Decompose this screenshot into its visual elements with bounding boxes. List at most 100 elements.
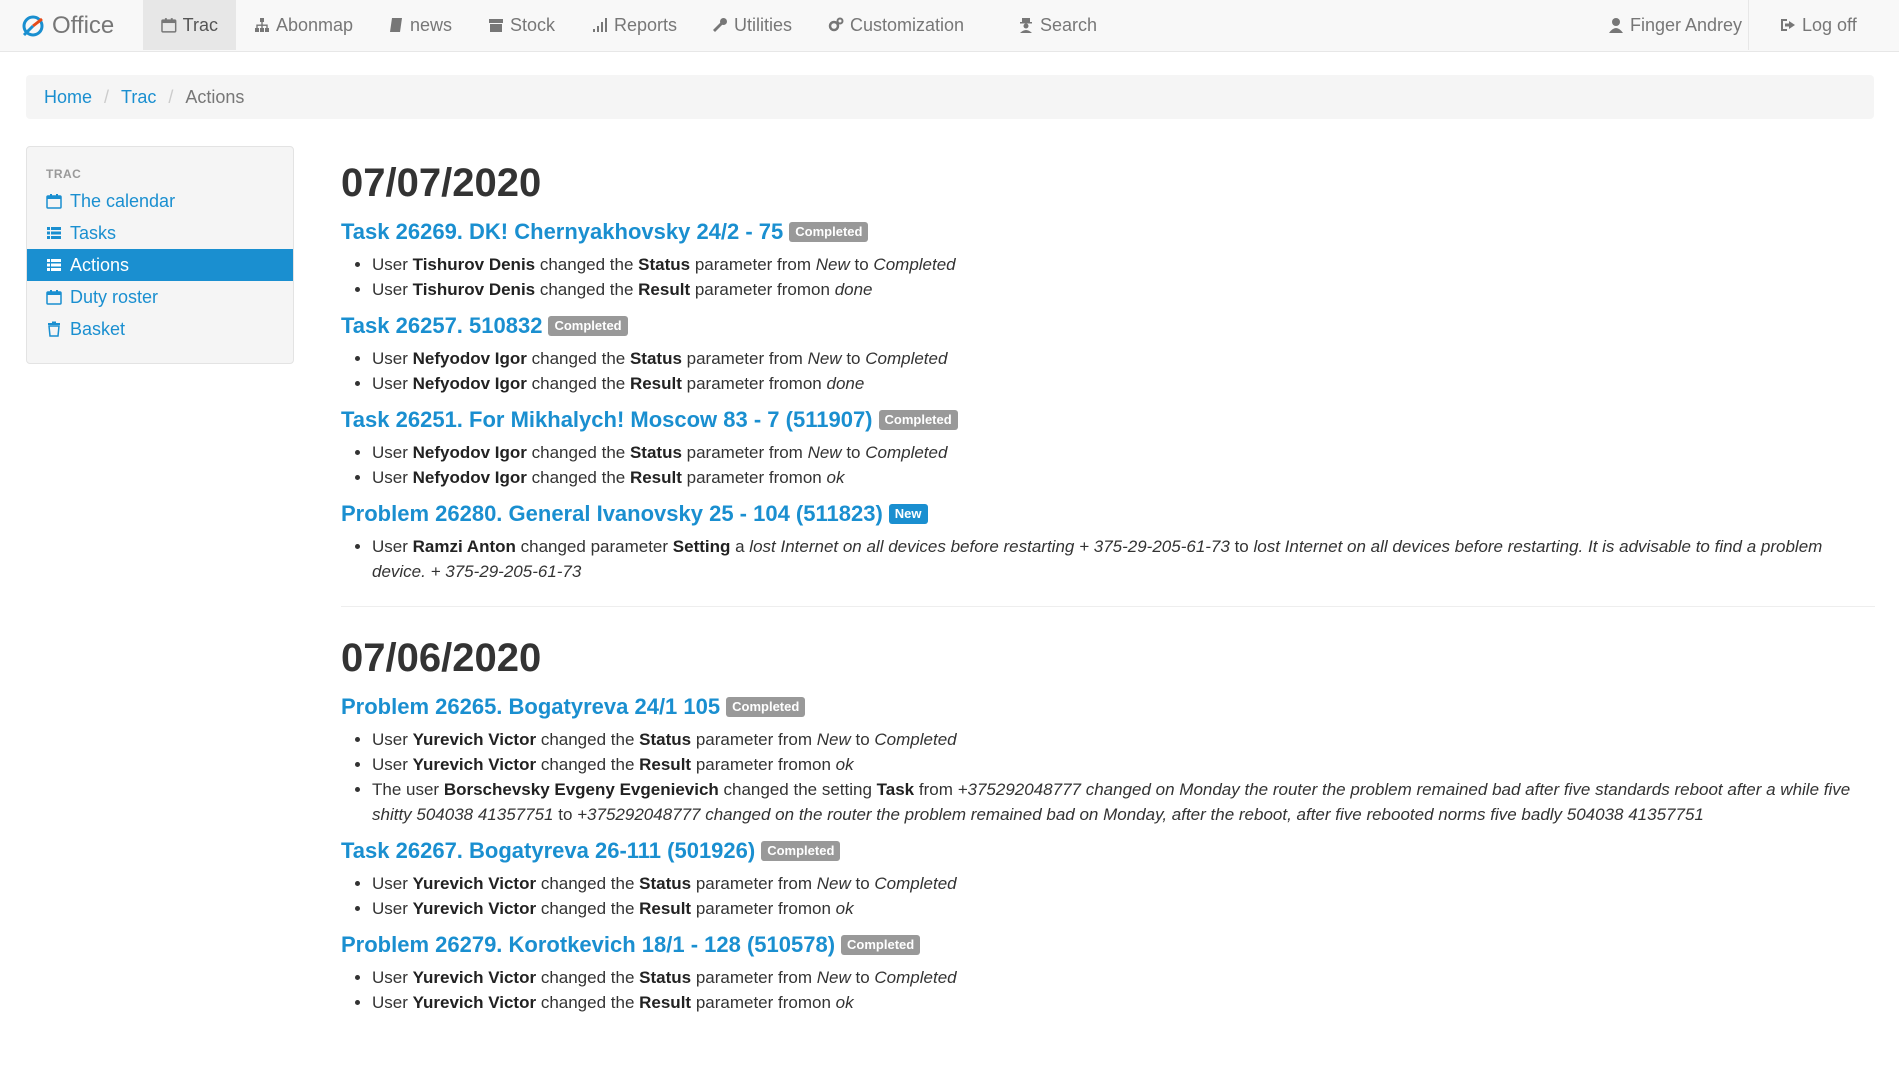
change-item: User Nefyodov Igor changed the Result pa… [372,465,1875,490]
entry-title[interactable]: Task 26267. Bogatyreva 26-111 (501926) Co… [341,835,1875,867]
sidebar: TRAC The calendar Tasks Actions Duty ros… [26,146,294,364]
nav-utilities[interactable]: Utilities [694,0,810,50]
entry-title-text[interactable]: Problem 26279. Korotkevich 18/1 - 128 (5… [341,932,835,957]
entry-title-text[interactable]: Problem 26265. Bogatyreva 24/1 105 [341,694,720,719]
sidebar-item-duty-roster[interactable]: Duty roster [27,281,293,313]
top-navbar: Office Trac Abonmap news Stock Reports U… [0,0,1899,52]
archive-icon [489,19,503,32]
status-badge: Completed [878,410,958,430]
status-badge: Completed [726,697,806,717]
sign-out-icon [1781,19,1795,31]
nav-user[interactable]: Finger Andrey [1590,0,1760,50]
status-badge: Completed [761,841,841,861]
wrench-icon [713,18,727,32]
change-list: User Ramzi Anton changed parameter Setti… [341,534,1875,584]
status-badge: New [888,504,928,524]
bar-chart-icon [593,18,607,32]
entry-title-text[interactable]: Task 26269. DK! Chernyakhovsky 24/2 - 75 [341,219,783,244]
office-logo-icon [22,15,44,37]
sidebar-item-label: Duty roster [70,286,159,307]
entry-title[interactable]: Problem 26280. General Ivanovsky 25 - 10… [341,498,1875,530]
sidebar-item-basket[interactable]: Basket [27,313,293,345]
breadcrumb-divider: / [168,86,174,107]
status-badge: Completed [789,222,869,242]
change-item: User Yurevich Victor changed the Result … [372,896,1875,921]
entry-title[interactable]: Problem 26265. Bogatyreva 24/1 105 Comple… [341,691,1875,723]
breadcrumb-home[interactable]: Home [44,87,92,108]
nav-stock[interactable]: Stock [470,0,573,50]
change-list: User Yurevich Victor changed the Status … [341,965,1875,1015]
gears-icon [828,17,844,32]
user-icon [1609,18,1623,33]
user-secret-icon [1020,18,1032,33]
nav-label: news [410,14,453,35]
change-list: User Yurevich Victor changed the Status … [341,727,1875,827]
day-separator [341,606,1875,607]
entry-title[interactable]: Problem 26279. Korotkevich 18/1 - 128 (5… [341,929,1875,961]
change-list: User Yurevich Victor changed the Status … [341,871,1875,921]
change-item: The user Borschevsky Evgeny Evgenievich … [372,777,1875,827]
change-list: User Tishurov Denis changed the Status p… [341,252,1875,302]
nav-label: Abonmap [276,14,354,35]
calendar-icon [46,290,62,305]
entry-title-text[interactable]: Task 26257. 510832 [341,313,542,338]
entry-title[interactable]: Task 26269. DK! Chernyakhovsky 24/2 - 75… [341,216,1875,248]
change-list: User Nefyodov Igor changed the Status pa… [341,346,1875,396]
day-date: 07/07/2020 [341,161,542,205]
nav-label: Reports [614,14,678,35]
book-icon [390,18,402,32]
entry-title[interactable]: Task 26251. For Mikhalych! Moscow 83 - 7… [341,404,1875,436]
nav-logoff-label: Log off [1802,14,1857,35]
sidebar-item-label: The calendar [70,190,176,211]
nav-customization[interactable]: Customization [810,0,982,50]
entry-title-text[interactable]: Task 26251. For Mikhalych! Moscow 83 - 7… [341,407,873,432]
change-item: User Nefyodov Igor changed the Status pa… [372,440,1875,465]
change-item: User Yurevich Victor changed the Status … [372,965,1875,990]
sidebar-item-label: Tasks [70,222,117,243]
entry-title[interactable]: Task 26257. 510832 Completed [341,310,1875,342]
breadcrumb-current: Actions [185,86,245,107]
sitemap-icon [255,18,269,32]
breadcrumb-divider: / [104,86,110,107]
breadcrumb-trac[interactable]: Trac [121,87,156,108]
nav-label: Customization [850,14,965,35]
change-item: User Yurevich Victor changed the Status … [372,871,1875,896]
nav-abonmap[interactable]: Abonmap [236,0,371,50]
change-item: User Yurevich Victor changed the Status … [372,727,1875,752]
nav-user-label: Finger Andrey [1630,14,1743,35]
brand-label: Office [52,12,115,39]
day-date: 07/06/2020 [341,636,542,680]
entry-title-text[interactable]: Task 26267. Bogatyreva 26-111 (501926) [341,838,755,863]
change-item: User Yurevich Victor changed the Result … [372,752,1875,777]
nav-reports[interactable]: Reports [574,0,695,50]
sidebar-item-actions[interactable]: Actions [27,249,293,281]
calendar-icon [46,194,62,209]
list-icon [47,227,61,239]
breadcrumb: Home / Trac / Actions [26,75,1874,119]
nav-label: Utilities [734,14,793,35]
sidebar-item-label: Actions [70,254,130,275]
sidebar-item-label: Basket [70,318,126,339]
change-item: User Nefyodov Igor changed the Result pa… [372,371,1875,396]
change-item: User Yurevich Victor changed the Result … [372,990,1875,1015]
nav-news[interactable]: news [370,0,470,50]
brand[interactable]: Office [22,0,114,52]
change-item: User Tishurov Denis changed the Status p… [372,252,1875,277]
actions-feed: 07/07/2020 Task 26269. DK! Chernyakhovsk… [341,150,1875,1023]
calendar-icon [161,18,177,33]
list-icon [47,259,61,271]
nav-label: Trac [182,14,218,35]
change-item: User Tishurov Denis changed the Result p… [372,277,1875,302]
sidebar-item-tasks[interactable]: Tasks [27,217,293,249]
nav-label: Stock [510,14,556,35]
trash-icon [48,321,60,337]
change-item: User Ramzi Anton changed parameter Setti… [372,534,1875,584]
status-badge: Completed [841,935,921,955]
nav-label: Search [1040,14,1098,35]
entry-title-text[interactable]: Problem 26280. General Ivanovsky 25 - 10… [341,501,883,526]
sidebar-item-calendar[interactable]: The calendar [27,185,293,217]
nav-search[interactable]: Search [1000,0,1115,50]
nav-trac[interactable]: Trac [143,0,236,50]
change-list: User Nefyodov Igor changed the Status pa… [341,440,1875,490]
nav-logoff[interactable]: Log off [1762,0,1875,50]
